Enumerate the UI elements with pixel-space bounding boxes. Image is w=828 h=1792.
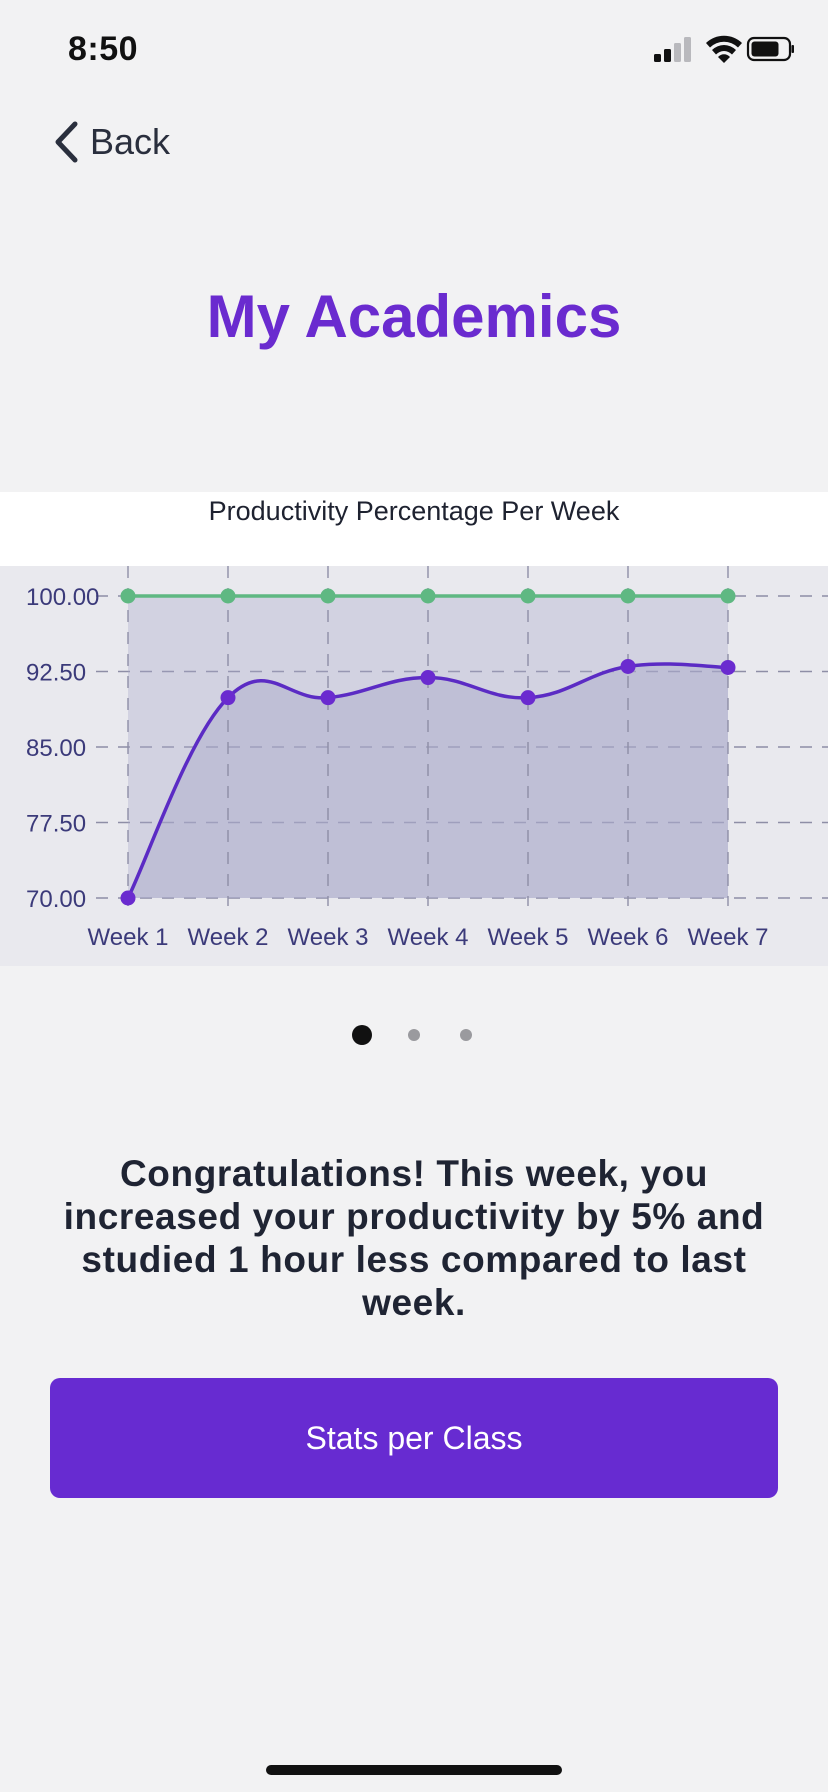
pager-dot[interactable] — [408, 1029, 420, 1041]
stats-per-class-button[interactable]: Stats per Class — [50, 1378, 778, 1498]
chart-title: Productivity Percentage Per Week — [208, 496, 620, 526]
y-tick-label: 77.50 — [26, 811, 86, 838]
y-tick-label: 70.00 — [26, 886, 86, 913]
y-tick-label: 100.00 — [26, 584, 99, 611]
x-tick-label: Week 6 — [588, 924, 669, 951]
status-time: 8:50 — [68, 30, 139, 68]
series-point-target — [320, 588, 336, 604]
x-tick-label: Week 2 — [188, 924, 269, 951]
pager-dot[interactable] — [460, 1029, 472, 1041]
pager-dot[interactable] — [352, 1025, 372, 1045]
wifi-icon — [706, 35, 742, 63]
series-point-target — [720, 588, 736, 604]
series-point-target — [620, 588, 636, 604]
series-point-productivity — [120, 890, 136, 906]
series-point-target — [520, 588, 536, 604]
battery-icon — [746, 36, 794, 62]
x-tick-label: Week 1 — [88, 924, 169, 951]
status-icons — [654, 34, 794, 66]
x-tick-label: Week 7 — [688, 924, 769, 951]
series-point-productivity — [620, 658, 636, 674]
series-point-productivity — [220, 690, 236, 706]
series-point-target — [120, 588, 136, 604]
series-point-target — [420, 588, 436, 604]
back-button[interactable]: Back — [52, 112, 170, 172]
x-tick-label: Week 3 — [288, 924, 369, 951]
series-point-productivity — [720, 659, 736, 675]
series-point-productivity — [520, 690, 536, 706]
productivity-chart: 100.00 92.50 85.00 77.50 70.00Week 1 Week 2 We… — [26, 566, 828, 951]
congrats-message: Congratulations! This week, you increase… — [63, 1153, 765, 1323]
series-point-productivity — [320, 690, 336, 706]
y-tick-label: 85.00 — [26, 735, 86, 762]
back-label: Back — [90, 121, 171, 162]
chevron-left-icon — [55, 121, 78, 163]
carousel-pager[interactable] — [0, 1022, 828, 1048]
series-point-productivity — [420, 670, 436, 686]
status-bar: 8:50 — [0, 0, 828, 100]
home-indicator — [266, 1765, 562, 1775]
series-point-target — [220, 588, 236, 604]
x-tick-label: Week 4 — [388, 924, 469, 951]
signal-icon — [654, 37, 691, 62]
x-tick-label: Week 5 — [488, 924, 569, 951]
y-tick-label: 92.50 — [26, 660, 86, 687]
page-title: My Academics — [206, 283, 622, 350]
